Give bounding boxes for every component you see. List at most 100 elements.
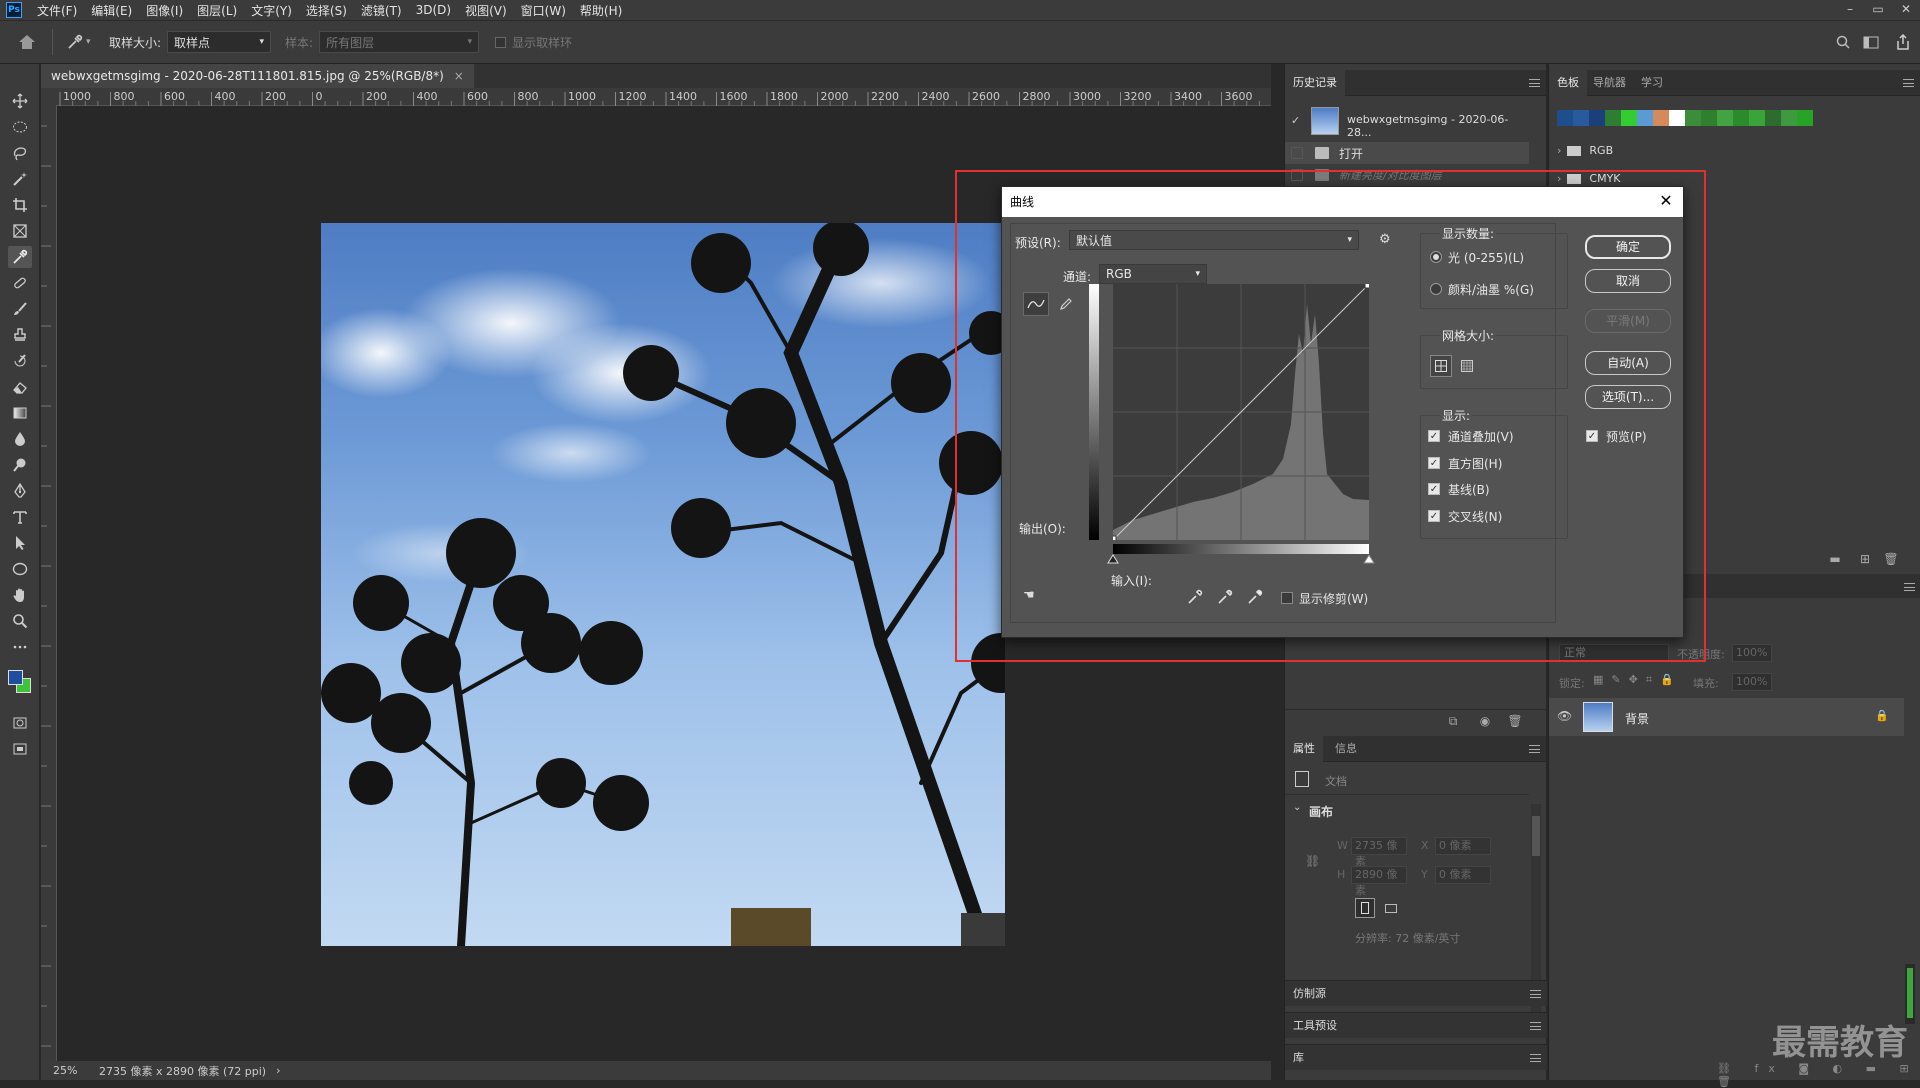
history-step[interactable]: 打开 [1285, 142, 1529, 164]
eraser-tool-icon[interactable] [8, 376, 32, 398]
panel-menu-icon[interactable] [1904, 583, 1915, 591]
color-swatch[interactable] [1589, 110, 1605, 126]
tab-properties[interactable]: 属性 [1285, 736, 1323, 762]
landscape-orientation-icon[interactable] [1381, 898, 1401, 918]
preview-checkbox[interactable]: ✓ [1586, 430, 1598, 442]
tab-info[interactable]: 信息 [1327, 736, 1365, 762]
menu-view[interactable]: 视图(V) [458, 2, 514, 19]
menu-select[interactable]: 选择(S) [299, 2, 354, 19]
status-menu-arrow[interactable]: › [276, 1064, 280, 1077]
opacity-field[interactable]: 100% [1732, 644, 1772, 662]
sample-size-select[interactable]: 取样点 ▾ [167, 31, 272, 53]
clone-stamp-tool-icon[interactable] [8, 324, 32, 346]
panel-tool-presets[interactable]: 工具预设 [1285, 1012, 1547, 1038]
eyedropper-tool-preset-icon[interactable]: ▾ [67, 34, 97, 50]
color-swatch[interactable] [1557, 110, 1573, 126]
gray-eyedropper-icon[interactable] [1217, 589, 1233, 605]
document-tab[interactable]: webwxgetmsgimg - 2020-06-28T111801.815.j… [41, 64, 474, 88]
pen-tool-icon[interactable] [8, 480, 32, 502]
dialog-titlebar[interactable]: 曲线 [1002, 187, 1683, 217]
link-icon[interactable]: ⛓ [1305, 854, 1320, 868]
panel-menu-icon[interactable] [1530, 1022, 1541, 1030]
camera-icon[interactable]: ◉ [1477, 714, 1493, 728]
gradient-tool-icon[interactable] [8, 402, 32, 424]
ellipse-tool-icon[interactable] [8, 558, 32, 580]
trash-icon[interactable]: 🗑 [1507, 714, 1523, 728]
color-swatch[interactable] [1701, 110, 1717, 126]
layer-actions-icons[interactable]: ⛓ fx ◙ ◐ ▬ ⊞ 🗑 [1717, 1062, 1920, 1088]
x-field[interactable]: 0 像素 [1435, 837, 1491, 855]
color-swatch[interactable] [1781, 110, 1797, 126]
panel-menu-icon[interactable] [1530, 1054, 1541, 1062]
history-snapshot[interactable]: ✓ webwxgetmsgimg - 2020-06-28... [1285, 104, 1529, 139]
color-swatch[interactable] [1765, 110, 1781, 126]
menu-filter[interactable]: 滤镜(T) [354, 2, 409, 19]
color-swatch[interactable] [1669, 110, 1685, 126]
hand-tool-icon[interactable] [8, 584, 32, 606]
more-tools-icon[interactable] [8, 636, 32, 658]
new-swatch-icon[interactable]: ⊞ [1857, 552, 1873, 566]
tab-swatches[interactable]: 色板 [1549, 70, 1587, 96]
pencil-icon[interactable] [1053, 292, 1079, 316]
menu-type[interactable]: 文字(Y) [244, 2, 299, 19]
color-swatch[interactable] [1749, 110, 1765, 126]
show-clipping-checkbox[interactable] [1281, 592, 1293, 604]
auto-button[interactable]: 自动(A) [1585, 351, 1671, 375]
panel-menu-icon[interactable] [1529, 745, 1540, 753]
color-swatch[interactable] [1621, 110, 1637, 126]
tab-history[interactable]: 历史记录 [1285, 70, 1345, 96]
pigment-radio[interactable] [1430, 283, 1442, 295]
color-swatch[interactable] [1717, 110, 1733, 126]
intersection-line-checkbox[interactable]: ✓ [1428, 510, 1440, 522]
white-eyedropper-icon[interactable] [1247, 589, 1263, 605]
curve-point-white[interactable] [1364, 282, 1371, 289]
quick-mask-icon[interactable] [8, 712, 32, 734]
healing-brush-tool-icon[interactable] [8, 272, 32, 294]
screen-mode-icon[interactable] [8, 738, 32, 760]
height-field[interactable]: 2890 像素 [1351, 866, 1407, 897]
zoom-tool-icon[interactable] [8, 610, 32, 632]
cancel-button[interactable]: 取消 [1585, 269, 1671, 293]
dodge-tool-icon[interactable] [8, 454, 32, 476]
color-swatches[interactable] [6, 668, 34, 696]
color-swatch[interactable] [1685, 110, 1701, 126]
trash-icon[interactable]: 🗑 [1883, 552, 1899, 566]
color-swatch[interactable] [1733, 110, 1749, 126]
menu-image[interactable]: 图像(I) [139, 2, 190, 19]
histogram-checkbox[interactable]: ✓ [1428, 457, 1440, 469]
black-point-slider[interactable] [1107, 554, 1119, 564]
layer-row-background[interactable]: 👁 背景 🔒 [1549, 698, 1904, 736]
menu-3d[interactable]: 3D(D) [409, 3, 458, 17]
color-swatch[interactable] [1637, 110, 1653, 126]
color-swatch[interactable] [1797, 110, 1813, 126]
baseline-checkbox[interactable]: ✓ [1428, 483, 1440, 495]
zoom-level[interactable]: 25% [53, 1064, 89, 1077]
targeted-adjustment-hand-icon[interactable]: ☚ [1023, 588, 1035, 603]
options-button[interactable]: 选项(T)... [1585, 385, 1671, 409]
close-window-button[interactable]: ✕ [1892, 0, 1920, 20]
y-field[interactable]: 0 像素 [1435, 866, 1491, 884]
curves-dialog[interactable]: 曲线 ✕ 预设(R): 默认值 ▾ ⚙ 通道: RGB ▾ 输出(O): 输入(… [1001, 186, 1684, 638]
search-icon[interactable] [1830, 35, 1856, 49]
move-tool-icon[interactable] [8, 90, 32, 112]
crop-tool-icon[interactable] [8, 194, 32, 216]
white-point-slider[interactable] [1363, 554, 1375, 564]
lock-icon[interactable]: 🔒 [1875, 709, 1889, 722]
lasso-tool-icon[interactable] [8, 142, 32, 164]
share-icon[interactable] [1886, 34, 1920, 50]
brush-tool-icon[interactable] [8, 298, 32, 320]
curve-point-black[interactable] [1110, 535, 1117, 542]
eyedropper-tool-icon[interactable] [8, 246, 32, 268]
type-tool-icon[interactable] [8, 506, 32, 528]
black-eyedropper-icon[interactable] [1187, 589, 1203, 605]
new-document-from-state-icon[interactable]: ⧉ [1445, 714, 1461, 728]
home-icon[interactable] [16, 31, 38, 53]
close-icon[interactable]: ✕ [1657, 192, 1675, 210]
eye-icon[interactable]: 👁 [1557, 709, 1572, 723]
panel-clone-source[interactable]: 仿制源 [1285, 980, 1547, 1006]
folder-icon[interactable]: ▬ [1827, 552, 1843, 566]
color-swatch[interactable] [1573, 110, 1589, 126]
preset-select[interactable]: 默认值 ▾ [1069, 230, 1359, 250]
detailed-grid-icon[interactable] [1456, 355, 1478, 377]
swatch-group-rgb[interactable]: › RGB [1557, 144, 1613, 157]
